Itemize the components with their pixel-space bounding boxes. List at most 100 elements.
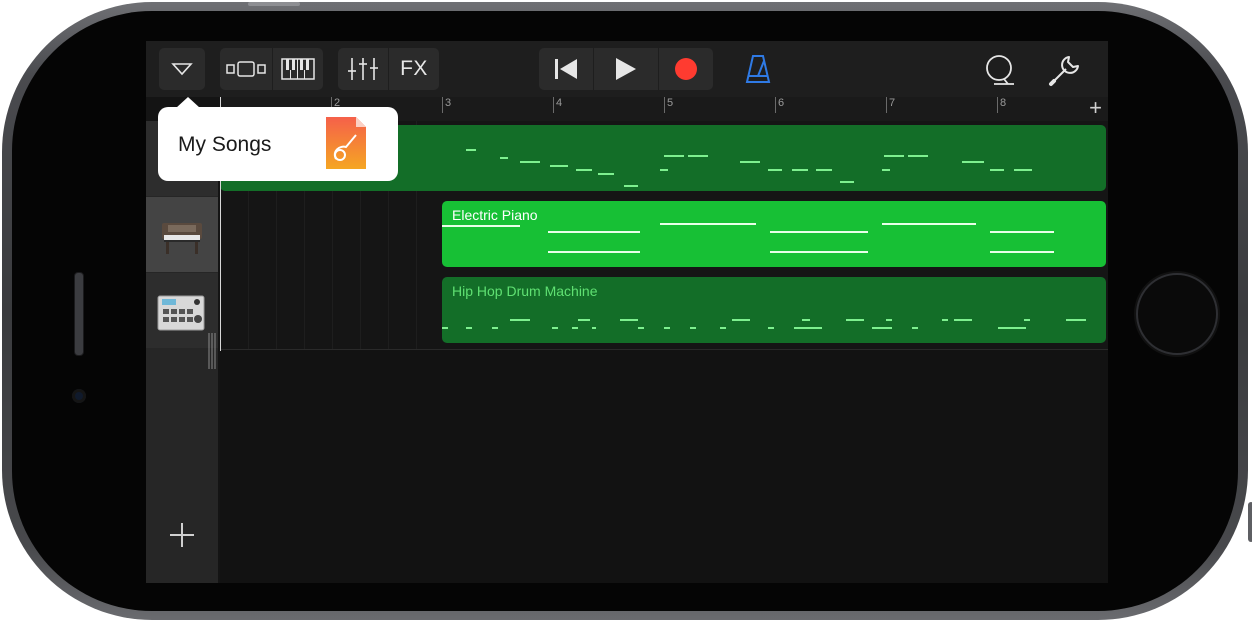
midi-note bbox=[510, 319, 530, 321]
midi-note bbox=[912, 327, 918, 329]
power-button bbox=[248, 2, 300, 6]
metronome-button[interactable] bbox=[742, 53, 774, 85]
drum-machine-region[interactable]: Hip Hop Drum Machine bbox=[442, 277, 1106, 343]
song-document-icon bbox=[326, 117, 366, 169]
midi-note bbox=[792, 169, 808, 171]
ruler-bar-number: 7 bbox=[889, 97, 896, 109]
midi-note bbox=[732, 319, 750, 321]
midi-note bbox=[688, 155, 708, 157]
electric-piano-region[interactable]: Electric Piano bbox=[442, 201, 1106, 267]
rewind-button[interactable] bbox=[539, 48, 593, 90]
midi-note bbox=[500, 157, 508, 159]
mixer-icon bbox=[348, 58, 378, 80]
midi-note bbox=[884, 155, 904, 157]
grid-line bbox=[360, 273, 361, 349]
track-header-electric-piano[interactable] bbox=[146, 197, 218, 272]
midi-note bbox=[576, 169, 592, 171]
grid-line bbox=[304, 273, 305, 349]
grid-line bbox=[416, 197, 417, 273]
midi-note bbox=[990, 231, 1054, 233]
midi-note bbox=[638, 327, 644, 329]
midi-note bbox=[592, 327, 596, 329]
midi-note bbox=[990, 169, 1004, 171]
tracks-view-icon bbox=[226, 61, 266, 77]
midi-note bbox=[552, 327, 558, 329]
fx-label: FX bbox=[400, 57, 428, 80]
track-lane-2[interactable]: Electric Piano bbox=[220, 197, 1108, 274]
grid-line bbox=[304, 197, 305, 273]
midi-note bbox=[802, 319, 810, 321]
grid-line bbox=[360, 197, 361, 273]
garageband-screen: FX 2 3 4 5 6 7 8 + Electric Piano Hip Ho… bbox=[146, 41, 1108, 583]
ruler-bar-number: 5 bbox=[667, 97, 674, 109]
my-songs-button[interactable] bbox=[159, 48, 205, 90]
drum-machine-icon bbox=[157, 295, 205, 331]
midi-note bbox=[620, 319, 638, 321]
midi-note bbox=[720, 327, 726, 329]
midi-note bbox=[660, 223, 756, 225]
grid-line bbox=[276, 197, 277, 273]
add-track-button[interactable] bbox=[166, 519, 198, 551]
midi-note bbox=[466, 149, 476, 151]
mixer-button[interactable] bbox=[338, 48, 388, 90]
midi-note bbox=[1014, 169, 1032, 171]
midi-note bbox=[660, 169, 668, 171]
popover-arrow bbox=[176, 97, 200, 108]
midi-note bbox=[624, 185, 638, 187]
midi-note bbox=[942, 319, 948, 321]
ruler-bar-number: 6 bbox=[778, 97, 785, 109]
loop-browser-icon bbox=[986, 55, 1014, 85]
tracks-dropdown-icon bbox=[171, 63, 193, 76]
record-icon bbox=[675, 58, 697, 80]
midi-note bbox=[664, 155, 684, 157]
fx-button[interactable]: FX bbox=[389, 48, 439, 90]
grid-line bbox=[332, 273, 333, 349]
my-songs-label: My Songs bbox=[178, 133, 272, 156]
rewind-icon bbox=[555, 59, 577, 79]
keyboard-button[interactable] bbox=[273, 48, 323, 90]
midi-note bbox=[962, 161, 984, 163]
midi-note bbox=[740, 161, 760, 163]
playhead-handle-icon[interactable] bbox=[208, 333, 216, 369]
grid-line bbox=[248, 197, 249, 273]
midi-note bbox=[598, 173, 614, 175]
midi-note bbox=[886, 319, 892, 321]
ruler-bar-number: 8 bbox=[1000, 97, 1007, 109]
loop-browser-button[interactable] bbox=[982, 53, 1016, 87]
add-section-button[interactable]: + bbox=[1089, 97, 1102, 119]
midi-note bbox=[548, 251, 640, 253]
record-button[interactable] bbox=[659, 48, 713, 90]
toolbar: FX bbox=[146, 41, 1108, 97]
midi-note bbox=[908, 155, 928, 157]
midi-note bbox=[840, 181, 854, 183]
grid-line bbox=[388, 273, 389, 349]
play-button[interactable] bbox=[594, 48, 658, 90]
midi-note bbox=[1024, 319, 1030, 321]
plus-icon bbox=[170, 523, 194, 547]
midi-note bbox=[492, 327, 498, 329]
volume-button bbox=[1248, 502, 1252, 542]
tracks-view-button[interactable] bbox=[220, 48, 272, 90]
midi-note bbox=[770, 231, 868, 233]
settings-button[interactable] bbox=[1048, 53, 1082, 87]
midi-note bbox=[768, 327, 774, 329]
midi-note bbox=[572, 327, 578, 329]
ruler-bar-number: 3 bbox=[445, 97, 452, 109]
midi-note bbox=[690, 327, 696, 329]
midi-note bbox=[882, 223, 976, 225]
keyboard-icon bbox=[281, 58, 315, 80]
midi-note bbox=[550, 165, 568, 167]
midi-note bbox=[520, 161, 540, 163]
midi-note bbox=[1066, 319, 1086, 321]
midi-note bbox=[664, 327, 670, 329]
midi-note bbox=[990, 251, 1054, 253]
midi-note bbox=[872, 327, 892, 329]
track-lane-3[interactable]: Hip Hop Drum Machine bbox=[220, 273, 1108, 350]
midi-note bbox=[998, 327, 1026, 329]
play-icon bbox=[616, 58, 636, 80]
my-songs-popover[interactable]: My Songs bbox=[158, 97, 398, 181]
speaker-slot bbox=[74, 272, 84, 356]
midi-note bbox=[442, 225, 520, 227]
home-button[interactable] bbox=[1136, 273, 1218, 355]
midi-note bbox=[548, 231, 640, 233]
